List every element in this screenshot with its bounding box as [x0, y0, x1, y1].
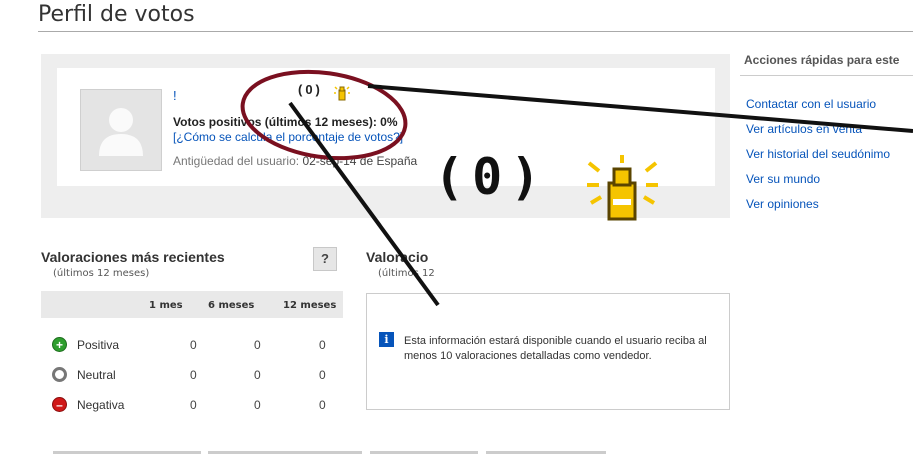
- annotation-overlay: [240, 69, 913, 307]
- pointer-line: [288, 101, 440, 307]
- pointer-line: [367, 84, 913, 133]
